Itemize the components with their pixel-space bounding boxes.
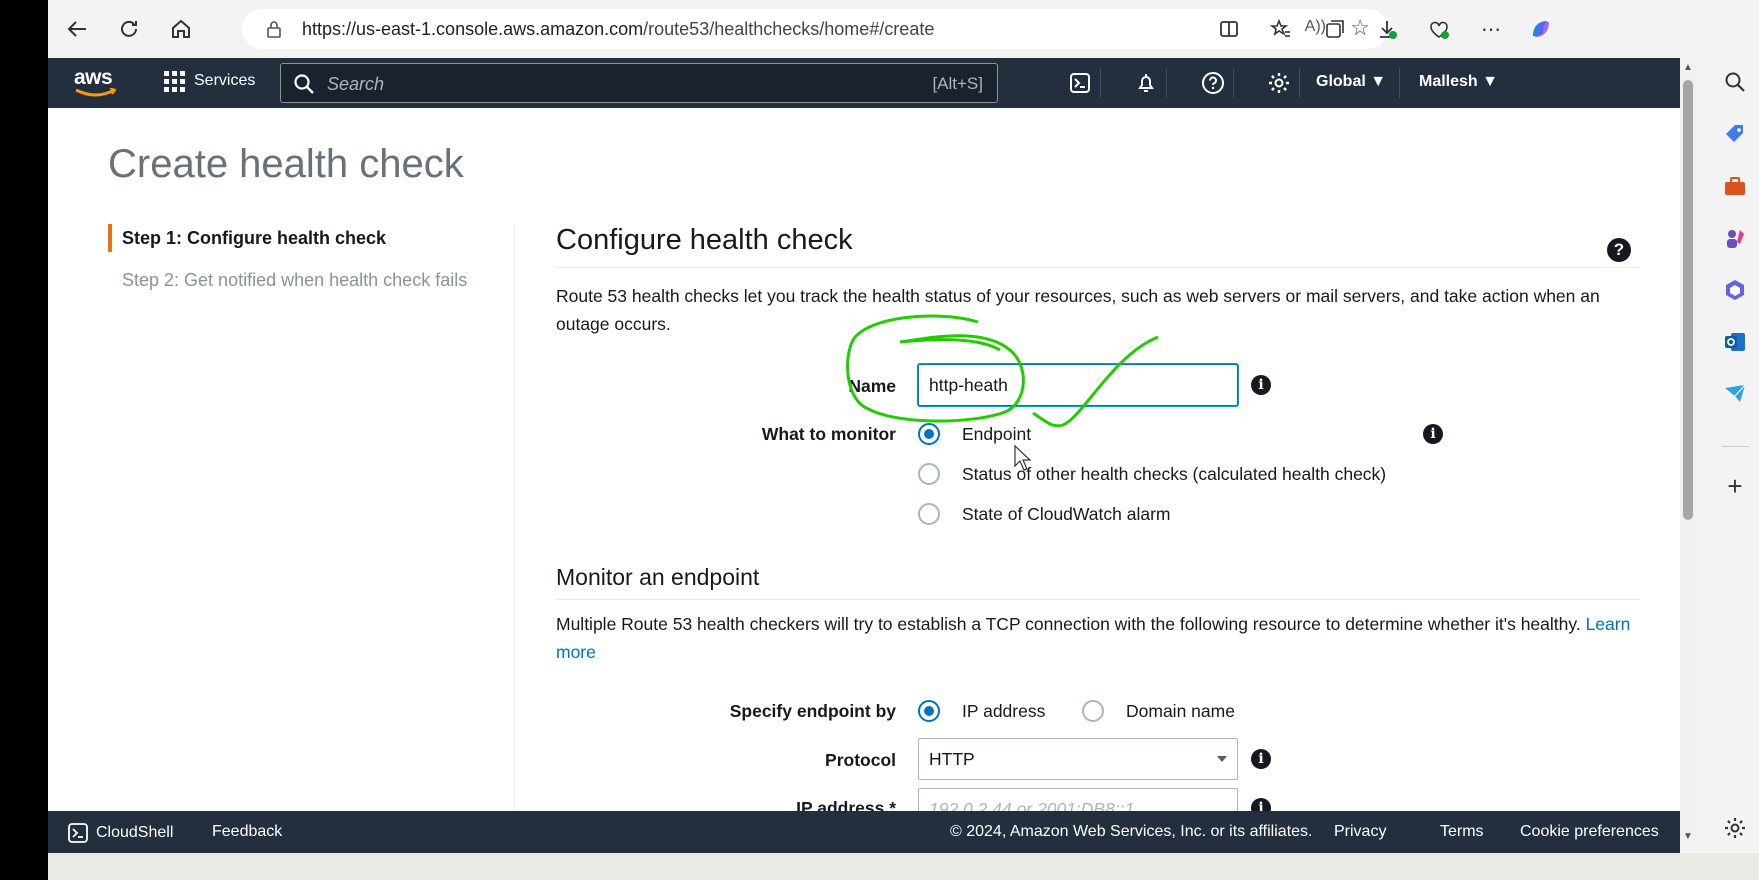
- page-scrollbar[interactable]: ▲ ▼: [1680, 58, 1696, 846]
- split-screen-icon[interactable]: [1212, 12, 1246, 46]
- cloudshell-icon: [68, 823, 88, 843]
- cloudshell-icon[interactable]: [1067, 70, 1093, 96]
- sidebar-microsoft365-icon[interactable]: [1723, 278, 1747, 302]
- monitor-endpoint-radio[interactable]: [918, 423, 940, 445]
- footer-feedback-link[interactable]: Feedback: [212, 823, 282, 841]
- name-info-icon[interactable]: i: [1251, 375, 1271, 395]
- browser-essentials-icon[interactable]: [1422, 12, 1456, 46]
- specify-ip-radio[interactable]: [918, 700, 940, 722]
- endpoint-description: Multiple Route 53 health checkers will t…: [556, 614, 1631, 662]
- protocol-select[interactable]: HTTP: [918, 738, 1238, 780]
- step-2-notify: Step 2: Get notified when health check f…: [122, 270, 468, 290]
- protocol-value: HTTP: [929, 749, 975, 769]
- protocol-info-icon[interactable]: i: [1251, 749, 1271, 769]
- search-icon: [294, 74, 314, 94]
- copilot-icon[interactable]: [1524, 12, 1558, 46]
- monitor-cloudwatch-label[interactable]: State of CloudWatch alarm: [962, 504, 1170, 525]
- aws-top-nav: aws Services Search [Alt+S] Global ▼ Mal…: [48, 58, 1680, 108]
- account-menu[interactable]: Mallesh ▼: [1419, 73, 1498, 91]
- ip-address-label: IP address *: [796, 798, 896, 811]
- collections-icon[interactable]: [1318, 12, 1352, 46]
- sidebar-settings-icon[interactable]: [1723, 816, 1747, 840]
- step-1-configure[interactable]: Step 1: Configure health check: [108, 224, 516, 252]
- monitor-calculated-label[interactable]: Status of other health checks (calculate…: [962, 464, 1386, 485]
- sidebar-outlook-icon[interactable]: [1723, 330, 1747, 354]
- services-menu-button[interactable]: Services: [164, 71, 256, 92]
- name-input[interactable]: http-heath: [918, 364, 1238, 406]
- home-icon[interactable]: [164, 12, 198, 46]
- footer-cookie-preferences-link[interactable]: Cookie preferences: [1520, 823, 1659, 841]
- url-text: https://us-east-1.console.aws.amazon.com…: [302, 19, 935, 39]
- ip-info-icon[interactable]: i: [1251, 798, 1271, 811]
- sidebar-add-icon[interactable]: +: [1723, 471, 1747, 501]
- search-input[interactable]: Search [Alt+S]: [280, 63, 998, 103]
- specify-domain-radio[interactable]: [1082, 700, 1104, 722]
- monitor-calculated-radio[interactable]: [918, 463, 940, 485]
- lock-icon: [267, 21, 281, 38]
- configure-heading: Configure health check: [556, 224, 1640, 268]
- chevron-down-icon: [1217, 756, 1227, 762]
- os-taskbar: [48, 853, 1759, 880]
- services-label: Services: [194, 72, 256, 89]
- back-icon[interactable]: [60, 12, 94, 46]
- monitor-cloudwatch-radio[interactable]: [918, 503, 940, 525]
- console-footer: CloudShell Feedback © 2024, Amazon Web S…: [48, 811, 1680, 853]
- monitor-info-icon[interactable]: i: [1423, 424, 1443, 444]
- specify-ip-label[interactable]: IP address: [962, 701, 1045, 722]
- downloads-icon[interactable]: [1370, 12, 1404, 46]
- footer-copyright: © 2024, Amazon Web Services, Inc. or its…: [950, 823, 1313, 840]
- sidebar-search-icon[interactable]: [1723, 70, 1747, 94]
- section-help-icon[interactable]: ?: [1607, 238, 1631, 262]
- search-shortcut: [Alt+S]: [932, 74, 983, 93]
- region-selector[interactable]: Global ▼: [1316, 73, 1386, 91]
- refresh-icon[interactable]: [112, 12, 146, 46]
- configure-section: Configure health check Route 53 health c…: [556, 224, 1640, 338]
- sidebar-games-icon[interactable]: [1723, 226, 1747, 250]
- browser-toolbar: https://us-east-1.console.aws.amazon.com…: [48, 0, 1759, 58]
- footer-privacy-link[interactable]: Privacy: [1334, 823, 1386, 841]
- specify-endpoint-label: Specify endpoint by: [729, 701, 896, 721]
- steps-divider: [514, 226, 515, 811]
- scrollbar-thumb[interactable]: [1683, 80, 1693, 520]
- aws-logo[interactable]: aws: [74, 66, 120, 100]
- search-placeholder: Search: [327, 74, 385, 94]
- page-title: Create health check: [108, 142, 464, 186]
- endpoint-section: Monitor an endpoint Multiple Route 53 he…: [556, 564, 1640, 666]
- wizard-steps: Step 1: Configure health check Step 2: G…: [108, 224, 516, 291]
- protocol-label: Protocol: [825, 750, 896, 770]
- help-icon[interactable]: [1200, 70, 1226, 96]
- ip-address-input[interactable]: 192.0.2.44 or 2001:DB8::1: [918, 788, 1238, 811]
- specify-domain-label[interactable]: Domain name: [1126, 701, 1235, 722]
- browser-window: https://us-east-1.console.aws.amazon.com…: [48, 0, 1759, 880]
- services-grid-icon: [164, 71, 185, 92]
- sidebar-tools-icon[interactable]: [1723, 174, 1747, 198]
- favorites-icon[interactable]: [1264, 12, 1298, 46]
- settings-gear-icon[interactable]: [1266, 70, 1292, 96]
- sidebar-drop-icon[interactable]: [1723, 382, 1747, 406]
- monitor-endpoint-label[interactable]: Endpoint: [962, 424, 1031, 445]
- page-content: Create health check Step 1: Configure he…: [48, 108, 1680, 811]
- notifications-bell-icon[interactable]: [1133, 70, 1159, 96]
- sidebar-shopping-tag-icon[interactable]: [1723, 122, 1747, 146]
- favorite-star-icon[interactable]: ☆: [1350, 15, 1370, 41]
- footer-terms-link[interactable]: Terms: [1440, 823, 1484, 841]
- footer-cloudshell-button[interactable]: CloudShell: [68, 823, 173, 843]
- more-options-icon[interactable]: ⋯: [1474, 12, 1508, 46]
- monitor-label: What to monitor: [761, 424, 896, 444]
- browser-sidebar: +: [1712, 58, 1759, 853]
- endpoint-heading: Monitor an endpoint: [556, 564, 1640, 600]
- configure-description: Route 53 health checks let you track the…: [556, 286, 1600, 334]
- name-label: Name: [848, 376, 896, 396]
